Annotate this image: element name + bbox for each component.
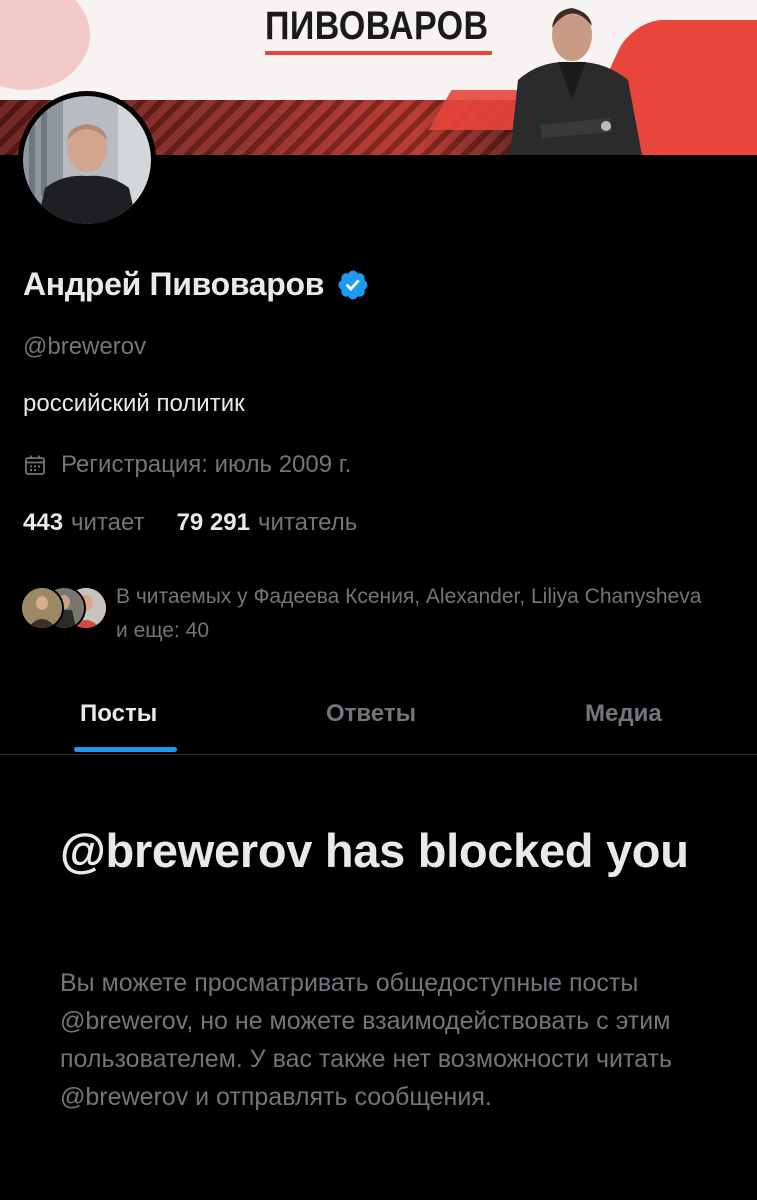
avatar-photo bbox=[23, 96, 151, 224]
known-followers-avatars bbox=[20, 582, 110, 630]
followers-count: 79 291 bbox=[176, 509, 250, 536]
banner-title: ПИВОВАРОВ bbox=[265, 4, 489, 48]
banner-person-photo bbox=[510, 8, 642, 155]
blocked-title: @brewerov has blocked you bbox=[60, 824, 689, 877]
known-followers-text: В читаемых у Фадеева Ксения, Alexander, … bbox=[116, 585, 702, 642]
profile-name: Андрей Пивоваров bbox=[23, 266, 325, 302]
profile-bio: российский политик bbox=[23, 390, 245, 417]
banner-title-underline bbox=[265, 51, 492, 55]
active-tab-indicator bbox=[74, 747, 177, 752]
profile-handle: @brewerov bbox=[23, 333, 147, 360]
avatar bbox=[20, 586, 64, 630]
blocked-description: Вы можете просматривать общедоступные по… bbox=[60, 969, 672, 1111]
profile-joined: Регистрация: июль 2009 г. bbox=[23, 451, 351, 479]
tab-posts[interactable]: Посты bbox=[80, 700, 157, 728]
tab-media[interactable]: Медиа bbox=[585, 700, 662, 728]
profile-tabs: Посты Ответы Медиа bbox=[0, 690, 757, 755]
following-link[interactable]: 443 читает bbox=[23, 509, 145, 537]
verified-badge-icon[interactable] bbox=[336, 268, 370, 302]
followers-label: читатель bbox=[257, 509, 358, 536]
profile-avatar[interactable] bbox=[18, 91, 156, 229]
profile-name-row: Андрей Пивоваров bbox=[23, 266, 370, 303]
known-followers[interactable]: В читаемых у Фадеева Ксения, Alexander, … bbox=[20, 582, 706, 648]
calendar-icon bbox=[25, 455, 45, 475]
following-label: читает bbox=[71, 509, 145, 536]
followers-link[interactable]: 79 291 читатель bbox=[177, 509, 358, 537]
profile-stats: 443 читает 79 291 читатель bbox=[23, 509, 357, 537]
following-count: 443 bbox=[23, 509, 64, 536]
tab-replies[interactable]: Ответы bbox=[326, 700, 416, 728]
banner-decoration bbox=[0, 0, 90, 90]
joined-date: Регистрация: июль 2009 г. bbox=[61, 451, 352, 478]
